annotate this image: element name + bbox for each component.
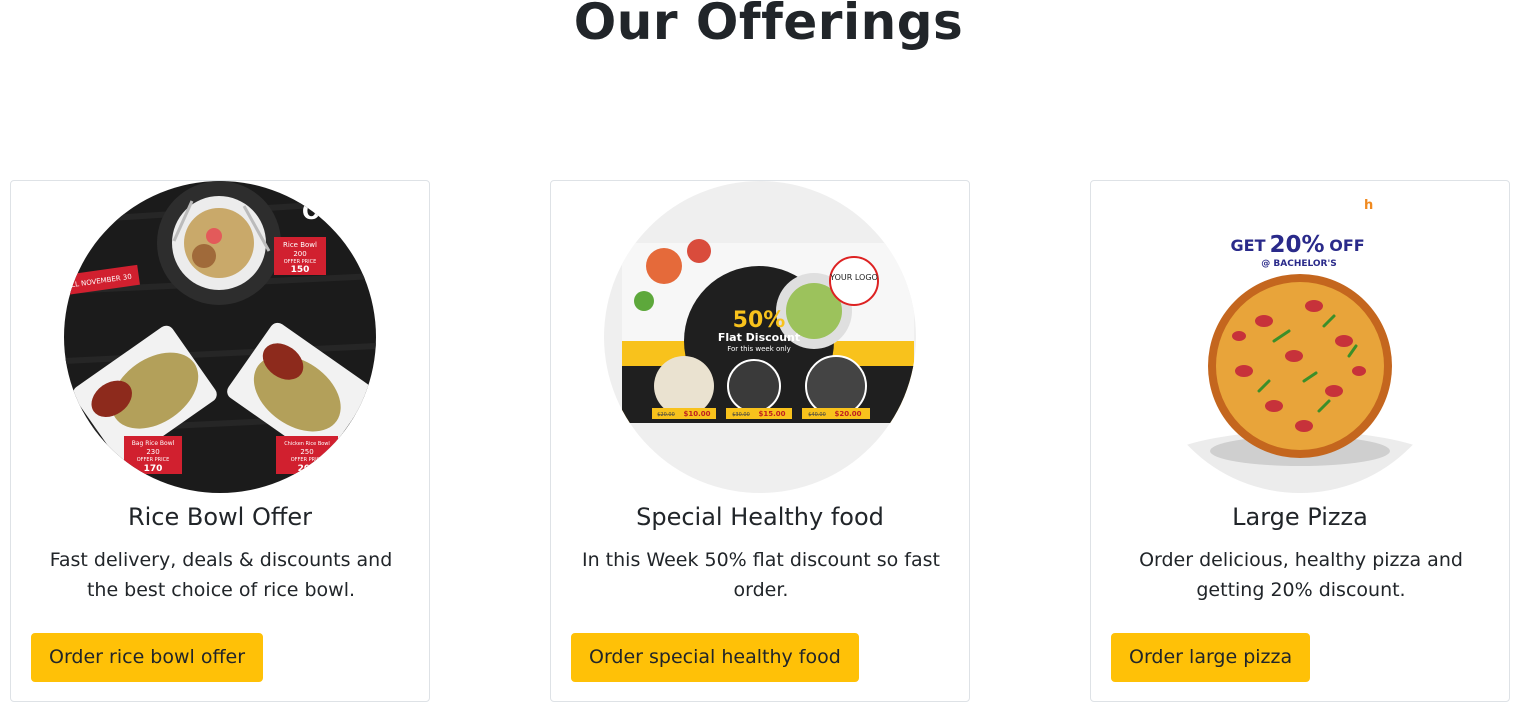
rice-bowl-image: Rice Bowl 200 OFFER PRICE 150 OF ALL NOV… xyxy=(64,181,376,493)
discount-subhead: Flat Discount xyxy=(718,331,800,344)
new-price-2: $15.00 xyxy=(758,410,785,418)
promo-off: OFF xyxy=(1329,236,1364,255)
card-description: Fast delivery, deals & discounts and the… xyxy=(49,549,393,601)
corner-mark: h xyxy=(1364,198,1373,213)
price-tag-new-2: 170 xyxy=(144,464,163,474)
card-title: Special Healthy food xyxy=(636,503,884,531)
offering-card-healthy-food: YOUR LOGO 50% Flat Discount For this wee… xyxy=(550,180,970,702)
price-tag-caption-2: OFFER PRICE xyxy=(137,457,170,463)
offering-card-large-pizza: h GET 20% OFF @ BACHELOR'S Large Pizza O… xyxy=(1090,180,1510,702)
discount-tagline: For this week only xyxy=(727,345,791,353)
promo-percent: 20% xyxy=(1269,232,1324,258)
price-tag-new-3: 200 xyxy=(298,464,317,474)
order-healthy-food-button[interactable]: Order special healthy food xyxy=(571,633,859,682)
price-tag-old: 200 xyxy=(293,250,306,258)
page-title: Our Offerings xyxy=(573,0,964,51)
price-tag-old-3: 250 xyxy=(300,448,313,456)
logo-text: YOUR LOGO xyxy=(829,273,878,282)
price-tag-caption-3: OFFER PRICE xyxy=(291,457,324,463)
discount-percent: 50% xyxy=(733,308,786,333)
order-large-pizza-button[interactable]: Order large pizza xyxy=(1111,633,1311,682)
price-tag-label-2: Bag Rice Bowl xyxy=(132,440,175,447)
new-price-1: $10.00 xyxy=(683,410,710,418)
price-tag-old-2: 230 xyxy=(146,448,159,456)
card-description: Order delicious, healthy pizza and getti… xyxy=(1139,549,1463,601)
old-price-3: $40.00 xyxy=(808,412,826,418)
price-tag-label: Rice Bowl xyxy=(283,241,317,249)
promo-subhead: @ BACHELOR'S xyxy=(1261,259,1336,269)
old-price-2: $30.00 xyxy=(732,412,750,418)
offering-card-rice-bowl: Rice Bowl 200 OFFER PRICE 150 OF ALL NOV… xyxy=(10,180,430,702)
new-price-3: $20.00 xyxy=(834,410,861,418)
card-description: In this Week 50% flat discount so fast o… xyxy=(582,549,940,601)
promo-get: GET xyxy=(1231,236,1266,255)
banner-text: OF xyxy=(302,200,336,225)
order-rice-bowl-button[interactable]: Order rice bowl offer xyxy=(31,633,264,682)
price-tag-label-3: Chicken Rice Bowl xyxy=(284,441,330,447)
price-tag-new: 150 xyxy=(291,265,310,275)
old-price-1: $20.00 xyxy=(657,412,675,418)
healthy-food-image: YOUR LOGO 50% Flat Discount For this wee… xyxy=(604,181,916,493)
card-title: Large Pizza xyxy=(1232,503,1368,531)
large-pizza-image: h GET 20% OFF @ BACHELOR'S xyxy=(1144,181,1456,493)
card-title: Rice Bowl Offer xyxy=(127,503,313,531)
